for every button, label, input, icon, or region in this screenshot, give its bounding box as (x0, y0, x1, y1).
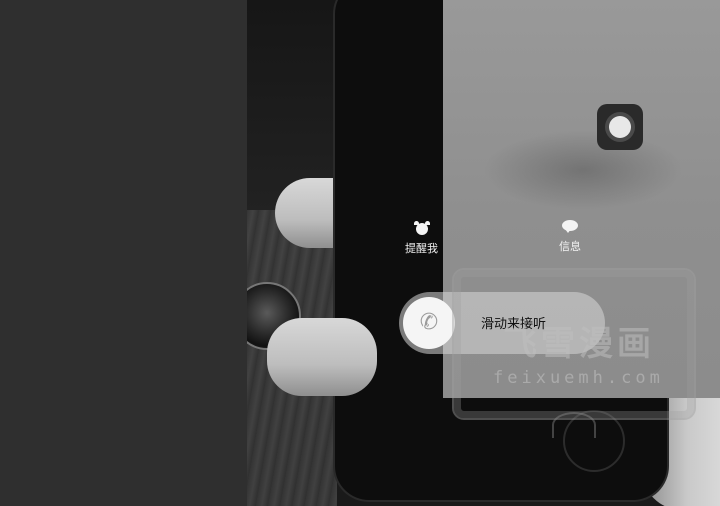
iphone-body (335, 0, 720, 500)
speech-bubble-icon (562, 220, 578, 234)
phone-handset-icon: ✆ (419, 310, 439, 335)
assistive-touch-icon[interactable] (597, 104, 643, 150)
phone-photo: 提醒我 信息 ✆ 滑动来接听 飞雪漫画 feixuemh.com (247, 0, 720, 506)
remind-me-button[interactable]: 提醒我 (405, 221, 438, 256)
watermark-title: 飞雪漫画 (503, 324, 655, 364)
message-button[interactable]: 信息 (559, 220, 581, 254)
watermark-ornament (552, 412, 596, 438)
message-label: 信息 (559, 240, 581, 253)
answer-slider-knob[interactable]: ✆ (403, 297, 455, 349)
alarm-clock-icon (413, 221, 430, 236)
left-blank-panel (0, 0, 247, 506)
screen-shadow (483, 130, 683, 210)
remind-me-label: 提醒我 (405, 242, 438, 255)
watermark-url: feixuemh.com (493, 368, 664, 388)
finger-lower (267, 318, 377, 396)
